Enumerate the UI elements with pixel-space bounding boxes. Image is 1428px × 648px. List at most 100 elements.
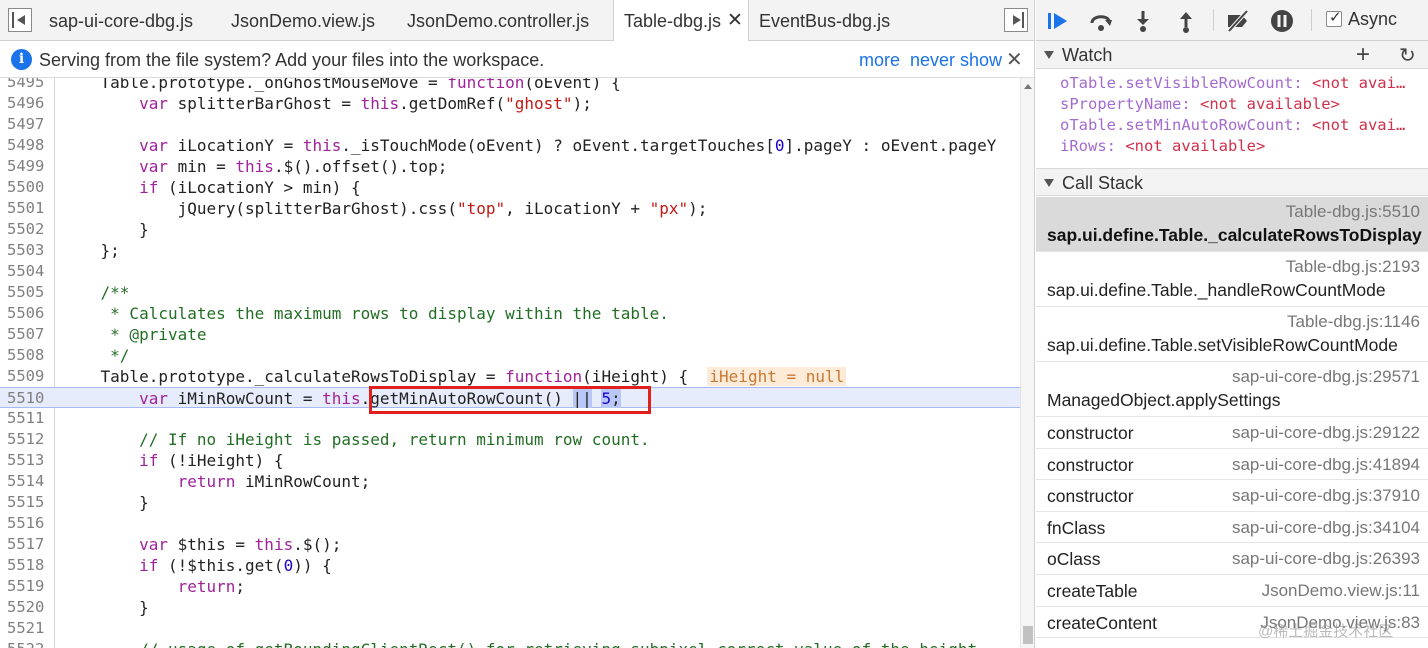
code-line[interactable]: 5516 bbox=[0, 513, 1020, 534]
code-line[interactable]: 5502 } bbox=[0, 219, 1020, 240]
code-line[interactable]: 5515 } bbox=[0, 492, 1020, 513]
code-line[interactable]: 5501 jQuery(splitterBarGhost).css("top",… bbox=[0, 198, 1020, 219]
code-line[interactable]: 5522 // usage of getBoundingClientRect()… bbox=[0, 639, 1020, 648]
code-line[interactable]: 5506 * Calculates the maximum rows to di… bbox=[0, 303, 1020, 324]
code-editor[interactable]: 5495 Table.prototype._onGhostMouseMove =… bbox=[0, 78, 1020, 648]
code-line[interactable]: 5497 bbox=[0, 114, 1020, 135]
tab-jsondemo-controller[interactable]: JsonDemo.controller.js bbox=[407, 0, 589, 41]
code-line[interactable]: 5504 bbox=[0, 261, 1020, 282]
close-tab-icon[interactable]: ✕ bbox=[727, 0, 743, 42]
code-line[interactable]: 5507 * @private bbox=[0, 324, 1020, 345]
resume-icon[interactable] bbox=[1045, 8, 1071, 34]
step-over-icon[interactable] bbox=[1088, 8, 1114, 34]
call-frame-location[interactable]: sap-ui-core-dbg.js:29122 bbox=[1232, 423, 1420, 443]
step-into-icon[interactable] bbox=[1130, 8, 1156, 34]
tab-table-dbg[interactable]: Table-dbg.js ✕ bbox=[613, 0, 749, 42]
call-frame-location[interactable]: sap-ui-core-dbg.js:29571 bbox=[1232, 367, 1420, 387]
line-number[interactable]: 5501 bbox=[7, 198, 44, 219]
line-number[interactable]: 5511 bbox=[7, 408, 44, 429]
watch-expression[interactable]: sPropertyName: <not available> bbox=[1060, 94, 1340, 115]
tab-eventbus[interactable]: EventBus-dbg.js bbox=[759, 0, 890, 41]
call-frame[interactable]: sap-ui-core-dbg.js:41894 constructor bbox=[1036, 448, 1428, 481]
close-infobar-icon[interactable]: ✕ bbox=[1006, 47, 1023, 72]
call-frame-location[interactable]: sap-ui-core-dbg.js:34104 bbox=[1232, 518, 1420, 538]
code-line[interactable]: 5518 if (!$this.get(0)) { bbox=[0, 555, 1020, 576]
line-number[interactable]: 5520 bbox=[7, 597, 44, 618]
tab-jsondemo-view[interactable]: JsonDemo.view.js bbox=[231, 0, 375, 41]
code-line[interactable]: 5512 // If no iHeight is passed, return … bbox=[0, 429, 1020, 450]
line-number[interactable]: 5507 bbox=[7, 324, 44, 345]
line-number[interactable]: 5503 bbox=[7, 240, 44, 261]
call-frame-location[interactable]: sap-ui-core-dbg.js:26393 bbox=[1232, 549, 1420, 569]
line-number[interactable]: 5516 bbox=[7, 513, 44, 534]
code-line[interactable]: 5521 bbox=[0, 618, 1020, 639]
call-frame-location[interactable]: Table-dbg.js:5510 bbox=[1286, 202, 1420, 222]
toggle-debugger-icon[interactable] bbox=[1004, 8, 1028, 32]
line-number[interactable]: 5521 bbox=[7, 618, 44, 639]
code-line[interactable]: 5495 Table.prototype._onGhostMouseMove =… bbox=[0, 78, 1020, 93]
line-number[interactable]: 5505 bbox=[7, 282, 44, 303]
code-line[interactable]: 5509 Table.prototype._calculateRowsToDis… bbox=[0, 366, 1020, 387]
code-line[interactable]: 5503 }; bbox=[0, 240, 1020, 261]
call-frame[interactable]: sap-ui-core-dbg.js:29122 constructor bbox=[1036, 417, 1428, 449]
line-number[interactable]: 5512 bbox=[7, 429, 44, 450]
add-watch-icon[interactable]: + bbox=[1356, 41, 1370, 69]
line-number[interactable]: 5519 bbox=[7, 576, 44, 597]
line-number[interactable]: 5522 bbox=[7, 639, 44, 648]
code-line[interactable]: 5505 /** bbox=[0, 282, 1020, 303]
code-line[interactable]: 5513 if (!iHeight) { bbox=[0, 450, 1020, 471]
code-line[interactable]: 5508 */ bbox=[0, 345, 1020, 366]
line-number[interactable]: 5502 bbox=[7, 219, 44, 240]
toggle-navigator-icon[interactable] bbox=[8, 8, 32, 32]
line-number[interactable]: 5514 bbox=[7, 471, 44, 492]
call-frame-location[interactable]: JsonDemo.view.js:11 bbox=[1262, 581, 1420, 601]
line-number[interactable]: 5495 bbox=[7, 78, 44, 93]
line-number[interactable]: 5513 bbox=[7, 450, 44, 471]
call-frame[interactable]: sap-ui-core-dbg.js:34104 fnClass bbox=[1036, 511, 1428, 544]
call-frame-location[interactable]: Table-dbg.js:2193 bbox=[1286, 257, 1420, 277]
async-checkbox[interactable]: ✓ bbox=[1326, 9, 1342, 27]
code-line[interactable]: 5500 if (iLocationY > min) { bbox=[0, 177, 1020, 198]
line-number[interactable]: 5498 bbox=[7, 135, 44, 156]
line-number[interactable]: 5496 bbox=[7, 93, 44, 114]
call-frame[interactable]: Table-dbg.js:2193 sap.ui.define.Table._ha… bbox=[1036, 252, 1428, 307]
call-stack-section-header[interactable]: Call Stack bbox=[1036, 168, 1428, 196]
watch-expression[interactable]: oTable.setMinAutoRowCount: <not avai… bbox=[1060, 115, 1405, 136]
deactivate-breakpoints-icon[interactable] bbox=[1225, 8, 1251, 34]
step-out-icon[interactable] bbox=[1173, 8, 1199, 34]
line-number[interactable]: 5508 bbox=[7, 345, 44, 366]
call-frame-location[interactable]: Table-dbg.js:1146 bbox=[1287, 312, 1420, 332]
line-number[interactable]: 5510 bbox=[7, 388, 44, 409]
code-line[interactable]: 5496 var splitterBarGhost = this.getDomR… bbox=[0, 93, 1020, 114]
line-number[interactable]: 5515 bbox=[7, 492, 44, 513]
code-line[interactable]: 5519 return; bbox=[0, 576, 1020, 597]
line-number[interactable]: 5509 bbox=[7, 366, 44, 387]
call-frame-location[interactable]: sap-ui-core-dbg.js:41894 bbox=[1232, 455, 1420, 475]
code-line[interactable]: 5514 return iMinRowCount; bbox=[0, 471, 1020, 492]
line-number[interactable]: 5497 bbox=[7, 114, 44, 135]
never-show-link[interactable]: never show bbox=[910, 50, 1002, 71]
watch-section-header[interactable]: Watch + ↻ bbox=[1036, 41, 1428, 69]
more-link[interactable]: more bbox=[859, 50, 900, 71]
code-line[interactable]: 5520 } bbox=[0, 597, 1020, 618]
scroll-up-icon[interactable] bbox=[1024, 84, 1032, 89]
line-number[interactable]: 5499 bbox=[7, 156, 44, 177]
tab-sap-ui-core[interactable]: sap-ui-core-dbg.js bbox=[49, 0, 193, 41]
call-frame[interactable]: sap-ui-core-dbg.js:29571 ManagedObject.ap… bbox=[1036, 362, 1428, 417]
vertical-scrollbar[interactable] bbox=[1020, 78, 1034, 648]
call-frame[interactable]: Table-dbg.js:5510 sap.ui.define.Table._ca… bbox=[1036, 197, 1428, 252]
watch-expression[interactable]: oTable.setVisibleRowCount: <not avai… bbox=[1060, 73, 1405, 94]
code-line[interactable]: 5498 var iLocationY = this._isTouchMode(… bbox=[0, 135, 1020, 156]
line-number[interactable]: 5500 bbox=[7, 177, 44, 198]
line-number[interactable]: 5504 bbox=[7, 261, 44, 282]
code-line[interactable]: 5517 var $this = this.$(); bbox=[0, 534, 1020, 555]
scrollbar-thumb[interactable] bbox=[1023, 626, 1033, 644]
call-frame[interactable]: sap-ui-core-dbg.js:26393 oClass bbox=[1036, 543, 1428, 575]
call-frame[interactable]: Table-dbg.js:1146 sap.ui.define.Table.set… bbox=[1036, 307, 1428, 362]
pause-on-exceptions-icon[interactable] bbox=[1269, 8, 1295, 34]
line-number[interactable]: 5517 bbox=[7, 534, 44, 555]
line-number[interactable]: 5506 bbox=[7, 303, 44, 324]
call-frame-location[interactable]: sap-ui-core-dbg.js:37910 bbox=[1232, 486, 1420, 506]
watch-expression[interactable]: iRows: <not available> bbox=[1060, 136, 1265, 157]
refresh-watch-icon[interactable]: ↻ bbox=[1399, 43, 1416, 68]
